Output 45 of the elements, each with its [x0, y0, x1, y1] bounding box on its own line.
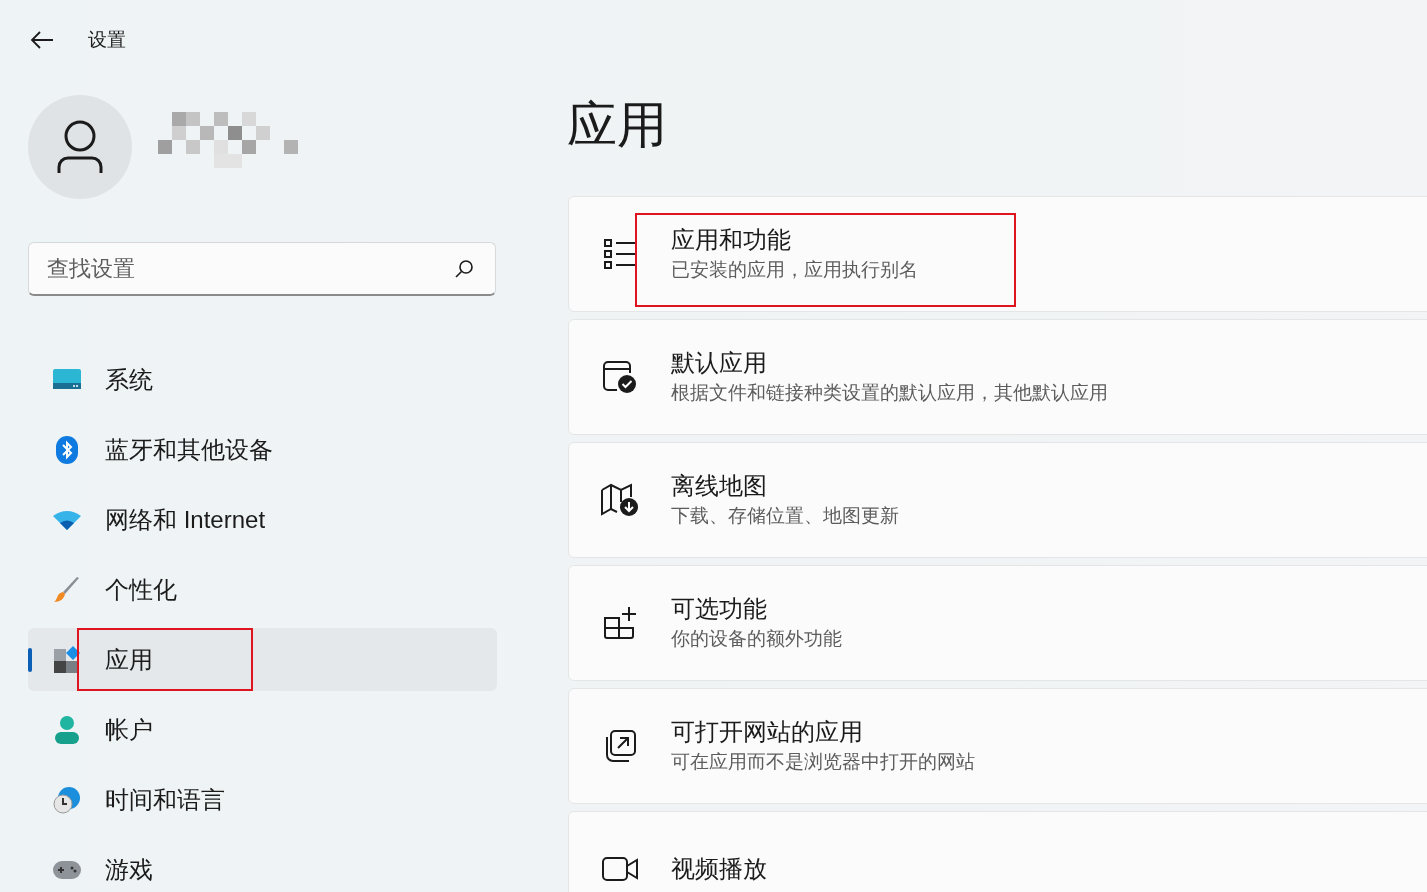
card-title: 离线地图 [671, 471, 768, 501]
page-title: 应用 [567, 96, 668, 155]
settings-card[interactable]: 可打开网站的应用 可在应用而不是浏览器中打开的网站 [568, 688, 1427, 804]
open-window-icon [604, 730, 636, 762]
add-grid-icon [603, 606, 637, 640]
card-description: 根据文件和链接种类设置的默认应用，其他默认应用 [671, 381, 1108, 405]
apps-icon [52, 645, 81, 674]
nav-item[interactable]: 系统 [28, 348, 497, 411]
back-arrow-icon[interactable] [30, 31, 54, 49]
person-icon [53, 715, 80, 744]
card-description: 已安装的应用，应用执行别名 [671, 258, 918, 282]
nav-item[interactable]: 个性化 [28, 558, 497, 621]
nav-item[interactable]: 时间和语言 [28, 768, 497, 831]
nav-item[interactable]: 帐户 [28, 698, 497, 761]
card-title: 可打开网站的应用 [671, 717, 864, 747]
search-field[interactable]: 查找设置 [28, 242, 496, 296]
list-icon [604, 239, 636, 269]
nav-item[interactable]: 游戏 [28, 838, 497, 892]
globe-clock-icon [52, 785, 81, 814]
window-check-icon [603, 361, 637, 393]
card-description: 你的设备的额外功能 [671, 627, 842, 651]
card-title: 视频播放 [671, 854, 767, 884]
settings-card[interactable]: 视频播放 [568, 811, 1427, 892]
monitor-icon [52, 368, 81, 391]
gamepad-icon [52, 859, 81, 880]
wifi-icon [52, 509, 81, 530]
card-title: 默认应用 [671, 348, 768, 378]
nav-item[interactable]: 蓝牙和其他设备 [28, 418, 497, 481]
search-icon [454, 259, 474, 279]
map-download-icon [601, 483, 639, 517]
brush-icon [52, 575, 81, 604]
settings-card[interactable]: 默认应用 根据文件和链接种类设置的默认应用，其他默认应用 [568, 319, 1427, 435]
nav-item[interactable]: 应用 [28, 628, 497, 691]
selection-indicator [28, 648, 32, 672]
settings-card[interactable]: 离线地图 下载、存储位置、地图更新 [568, 442, 1427, 558]
settings-card[interactable]: 可选功能 你的设备的额外功能 [568, 565, 1427, 681]
window-title: 设置 [88, 28, 126, 52]
card-description: 可在应用而不是浏览器中打开的网站 [671, 750, 975, 774]
video-camera-icon [602, 857, 638, 881]
settings-card[interactable]: 应用和功能 已安装的应用，应用执行别名 [568, 196, 1427, 312]
card-title: 可选功能 [671, 594, 768, 624]
nav-item[interactable]: 网络和 Internet [28, 488, 497, 551]
bluetooth-icon [55, 435, 78, 464]
card-description: 下载、存储位置、地图更新 [671, 504, 899, 528]
card-title: 应用和功能 [671, 225, 792, 255]
